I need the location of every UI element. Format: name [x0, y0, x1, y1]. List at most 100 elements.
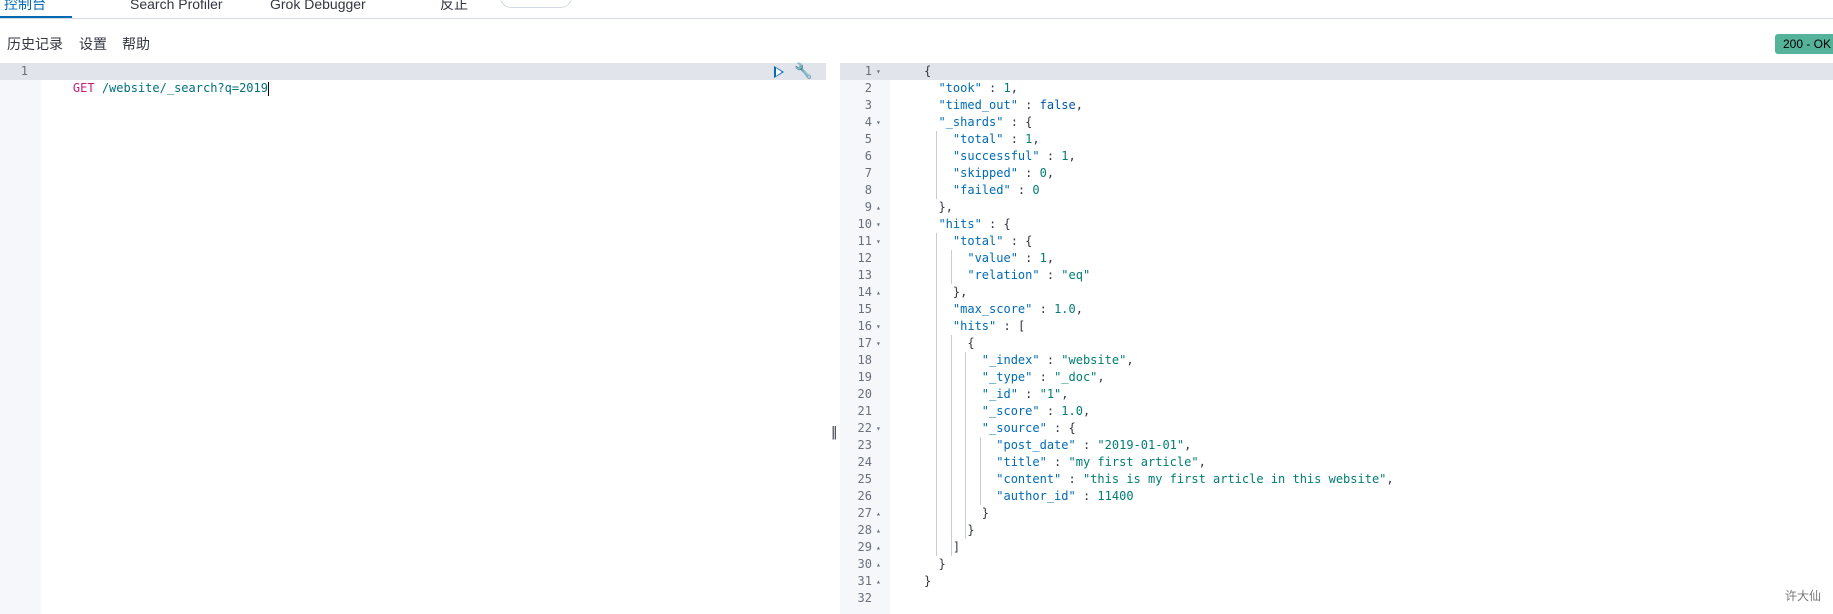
line-number: 31 — [857, 574, 872, 588]
response-line: "content" : "this is my first article in… — [996, 472, 1394, 486]
response-line: ] — [952, 540, 961, 554]
line-number: 5 — [864, 132, 872, 146]
response-line: "_score" : 1.0, — [981, 404, 1091, 418]
fold-toggle-icon[interactable]: ▾ — [876, 318, 881, 335]
line-number: 20 — [857, 387, 872, 401]
response-line: "hits" : [ — [952, 319, 1026, 333]
line-number: 23 — [857, 438, 872, 452]
line-number: 3 — [864, 98, 872, 112]
response-line: { — [967, 336, 975, 350]
fold-toggle-icon[interactable]: ▾ — [876, 420, 881, 437]
response-line: "value" : 1, — [967, 251, 1055, 265]
line-number: 28 — [857, 523, 872, 537]
tab-search-profiler[interactable]: Search Profiler — [130, 0, 223, 16]
line-number: 24 — [857, 455, 872, 469]
response-line: "timed_out" : false, — [938, 98, 1083, 112]
response-line: "_shards" : { — [938, 115, 1033, 129]
line-number: 27 — [857, 506, 872, 520]
response-line: "successful" : 1, — [952, 149, 1076, 163]
response-line: "title" : "my first article", — [996, 455, 1206, 469]
response-viewer[interactable]: 1 ▾ {2 "took" : 1, 3 "timed_out" : false, 4 ▾… — [840, 63, 1833, 614]
line-number: 22 — [857, 421, 872, 435]
line-number: 14 — [857, 285, 872, 299]
drag-handle-icon[interactable]: ‖ — [831, 425, 838, 440]
history-link[interactable]: 历史记录 — [7, 34, 63, 54]
line-number: 18 — [857, 353, 872, 367]
status-badge: 200 - OK — [1775, 34, 1833, 54]
unfold-toggle-icon[interactable]: ▴ — [876, 573, 881, 590]
play-icon[interactable] — [774, 66, 784, 78]
unfold-toggle-icon[interactable]: ▴ — [876, 199, 881, 216]
indent-guide — [936, 233, 938, 556]
unfold-toggle-icon[interactable]: ▴ — [876, 539, 881, 556]
line-number: 9 — [864, 200, 872, 214]
active-tab-underline — [0, 16, 72, 18]
response-line: "total" : { — [952, 234, 1033, 248]
fold-toggle-icon[interactable]: ▾ — [876, 63, 881, 80]
tab-console[interactable]: 控制台 — [4, 0, 46, 16]
unfold-toggle-icon[interactable]: ▴ — [876, 284, 881, 301]
line-number: 15 — [857, 302, 872, 316]
response-line: "_index" : "website", — [981, 353, 1134, 367]
request-line[interactable]: GET /website/_search?q=2019 — [44, 63, 269, 96]
fold-toggle-icon[interactable]: ▾ — [876, 233, 881, 250]
top-tab-bar: 控制台 Search Profiler Grok Debugger 反正 — [0, 0, 1833, 19]
watermark: 许大仙 — [1785, 589, 1822, 603]
help-link[interactable]: 帮助 — [122, 34, 150, 54]
line-number: 11 — [857, 234, 872, 248]
unfold-toggle-icon[interactable]: ▴ — [876, 556, 881, 573]
response-line: { — [924, 64, 932, 78]
line-number: 29 — [857, 540, 872, 554]
request-url: /website/_search?q=2019 — [94, 81, 268, 95]
line-number: 1 — [20, 64, 28, 78]
settings-link[interactable]: 设置 — [79, 34, 107, 54]
response-line: } — [924, 574, 932, 588]
request-gutter — [0, 63, 41, 614]
text-cursor — [267, 81, 269, 96]
response-line: "failed" : 0 — [952, 183, 1040, 197]
line-number: 7 — [864, 166, 872, 180]
wrench-icon[interactable]: 🔧 — [794, 64, 813, 79]
line-number: 10 — [857, 217, 872, 231]
line-number: 1 — [864, 64, 872, 78]
response-line: "author_id" : 11400 — [996, 489, 1134, 503]
line-number: 4 — [864, 115, 872, 129]
indent-guide — [950, 250, 952, 284]
fold-toggle-icon[interactable]: ▾ — [876, 216, 881, 233]
line-number: 12 — [857, 251, 872, 265]
tab-other[interactable]: 反正 — [440, 0, 468, 16]
response-line: }, — [938, 200, 953, 214]
response-line: "max_score" : 1.0, — [952, 302, 1083, 316]
unfold-toggle-icon[interactable]: ▴ — [876, 522, 881, 539]
indent-guide — [936, 131, 938, 199]
line-number: 25 — [857, 472, 872, 486]
tab-grok-debugger[interactable]: Grok Debugger — [270, 0, 366, 16]
line-number: 26 — [857, 489, 872, 503]
line-number: 6 — [864, 149, 872, 163]
line-number: 13 — [857, 268, 872, 282]
line-number: 2 — [864, 81, 872, 95]
response-line: } — [967, 523, 975, 537]
request-method: GET — [72, 81, 95, 95]
request-editor[interactable]: 1 GET /website/_search?q=2019 🔧 — [0, 63, 830, 614]
line-number: 8 — [864, 183, 872, 197]
active-line-highlight — [840, 63, 1833, 80]
beta-badge — [500, 0, 572, 8]
fold-toggle-icon[interactable]: ▾ — [876, 114, 881, 131]
response-line: "_source" : { — [981, 421, 1076, 435]
indent-guide — [979, 437, 981, 505]
pane-divider[interactable] — [826, 63, 840, 614]
line-number: 21 — [857, 404, 872, 418]
response-line: "post_date" : "2019-01-01", — [996, 438, 1192, 452]
line-number: 32 — [857, 591, 872, 605]
line-number: 19 — [857, 370, 872, 384]
response-line: } — [938, 557, 946, 571]
indent-guide — [950, 335, 952, 556]
unfold-toggle-icon[interactable]: ▴ — [876, 505, 881, 522]
fold-toggle-icon[interactable]: ▾ — [876, 335, 881, 352]
line-number: 16 — [857, 319, 872, 333]
response-line: "skipped" : 0, — [952, 166, 1055, 180]
response-line: "hits" : { — [938, 217, 1011, 231]
response-line: "relation" : "eq" — [967, 268, 1091, 282]
response-line: "_id" : "1", — [981, 387, 1069, 401]
